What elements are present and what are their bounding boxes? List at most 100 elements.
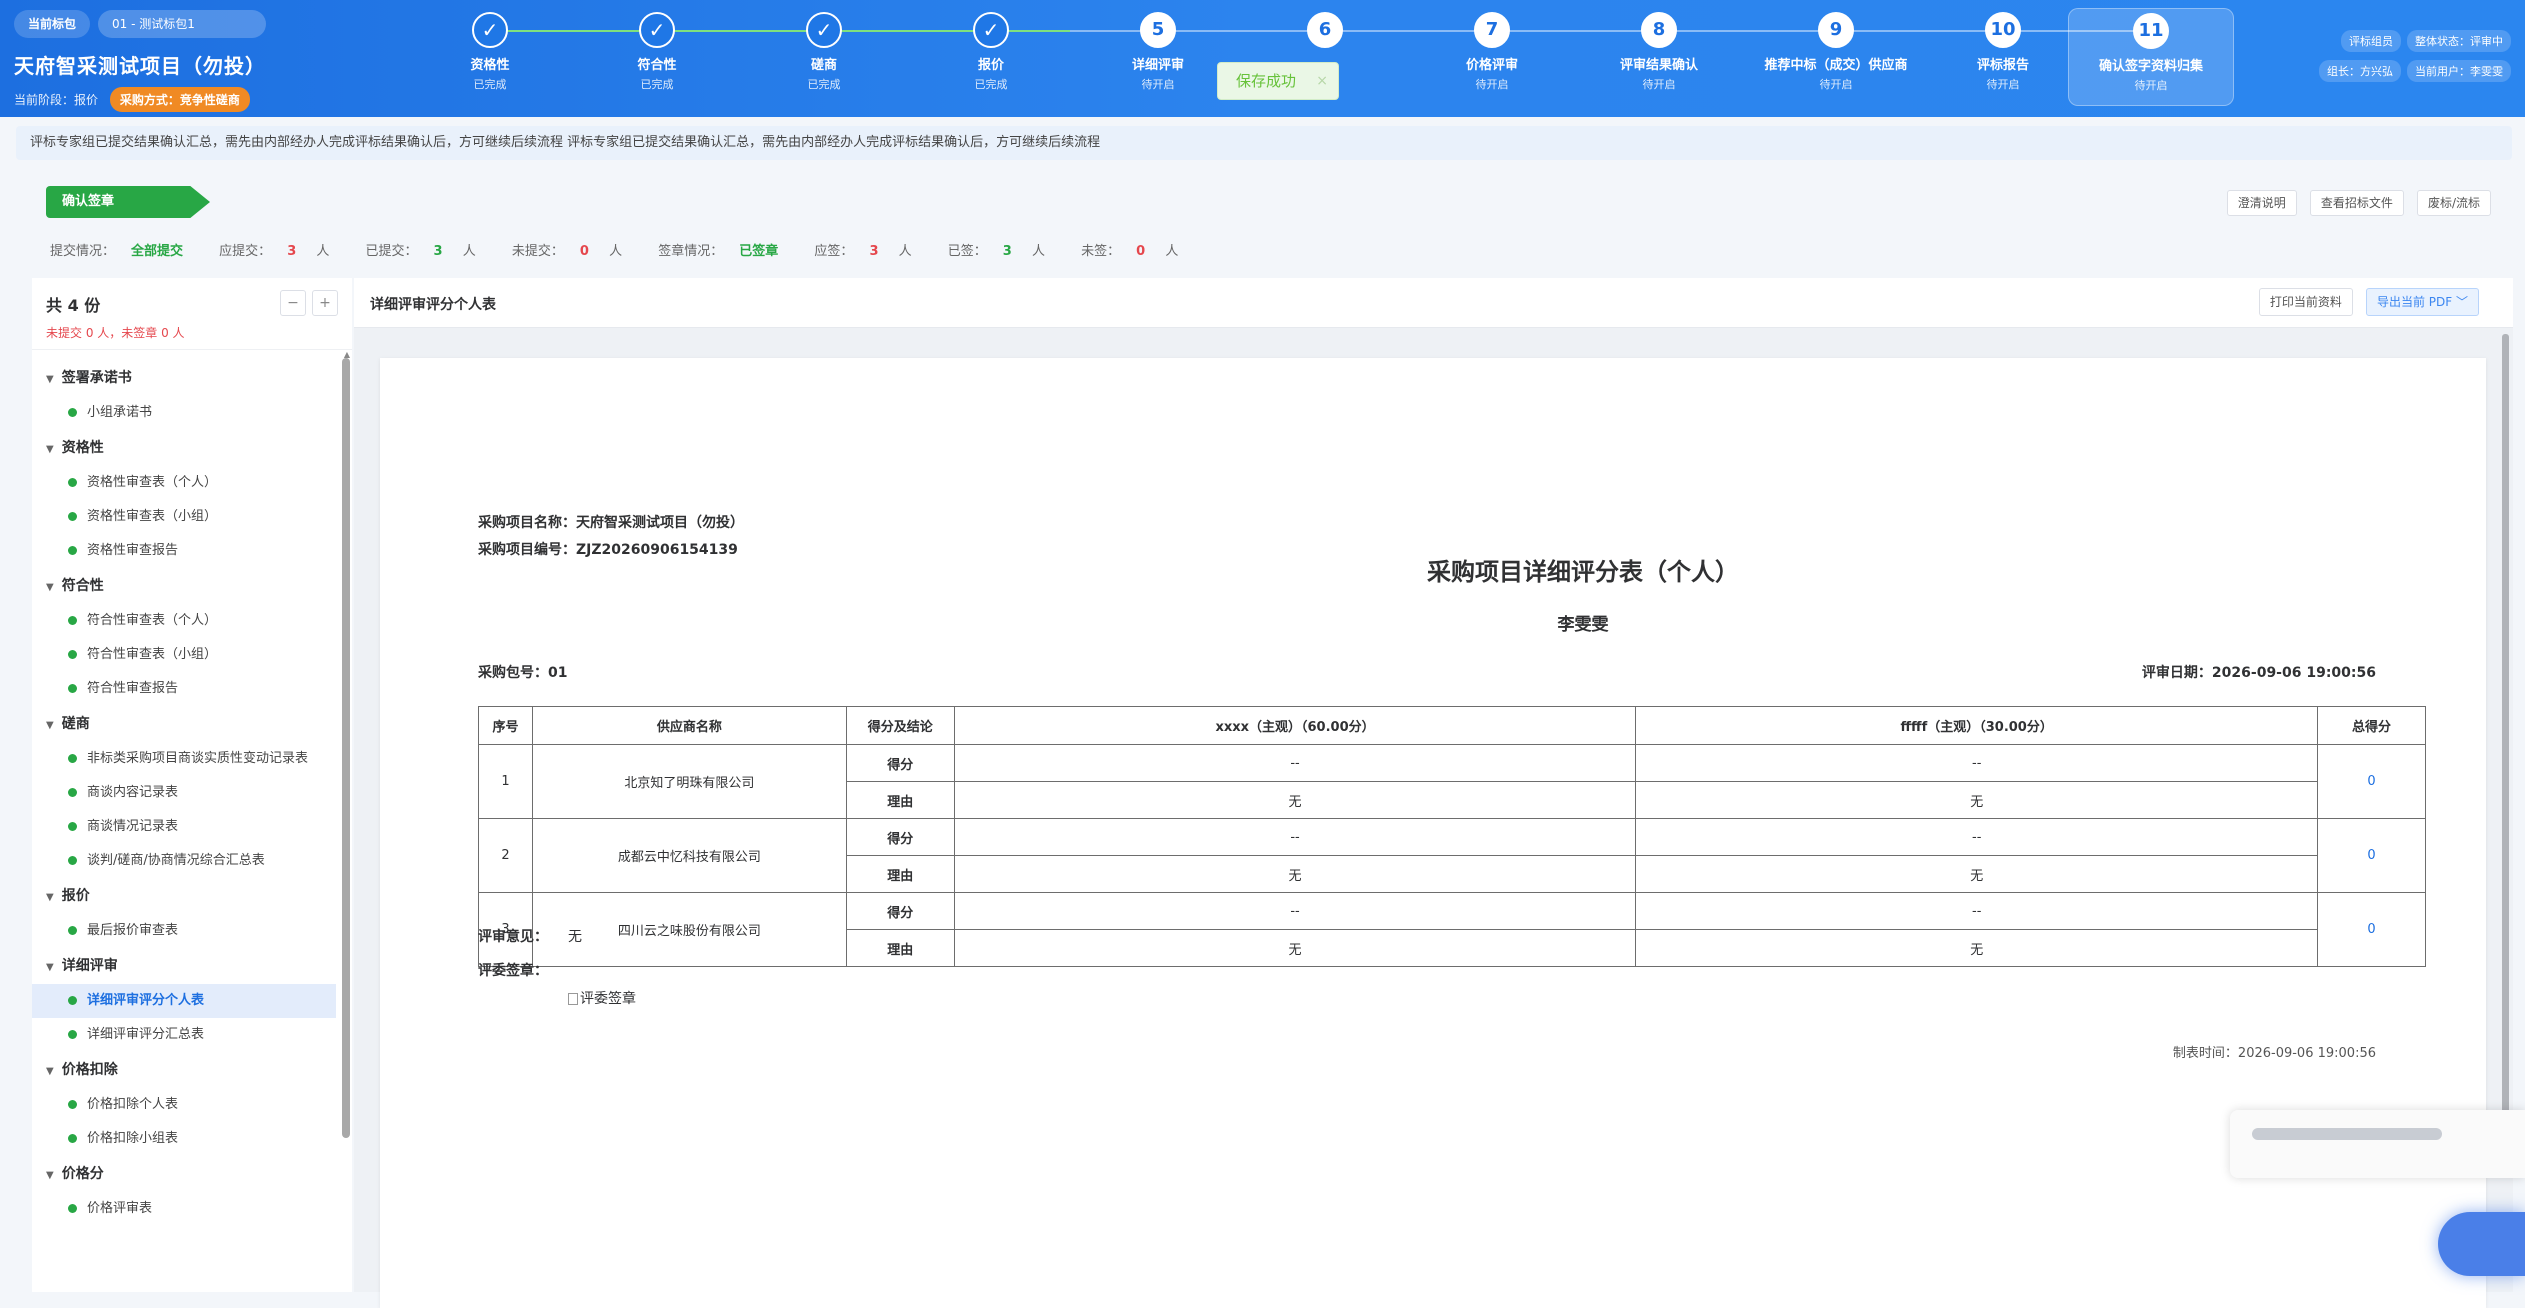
check-icon: ✓: [973, 12, 1009, 48]
project-info-block: 当前标包 01 - 测试标包1 天府智采测试项目（勿投） 当前阶段：报价 采购方式…: [14, 10, 454, 112]
status-dot-icon: [68, 1204, 77, 1213]
user-info-block: 评标组员 整体状态：评审中 组长：方兴弘 当前用户：李雯雯: [2311, 30, 2511, 90]
sidebar-group[interactable]: ▼ 价格扣除: [32, 1052, 352, 1088]
sidebar-group[interactable]: ▼ 详细评审: [32, 948, 352, 984]
project-title: 天府智采测试项目（勿投）: [14, 54, 266, 78]
sidebar-item[interactable]: 价格扣除个人表: [32, 1088, 352, 1122]
main-content: 详细评审评分个人表 打印当前资料 导出当前 PDF ﹀ 采购项目名称：天府智采测…: [354, 278, 2513, 1308]
status-dot-icon: [68, 546, 77, 555]
sidebar-item[interactable]: 详细评审评分个人表: [32, 984, 336, 1018]
preview-scrollbar[interactable]: [2502, 334, 2509, 1134]
sidebar-item[interactable]: 资格性审查报告: [32, 534, 352, 568]
export-pdf-button[interactable]: 导出当前 PDF ﹀: [2365, 288, 2479, 316]
print-button[interactable]: 打印当前资料: [2258, 288, 2353, 316]
status-dot-icon: [68, 754, 77, 763]
chevron-down-icon: ▼: [46, 1066, 54, 1077]
step-3[interactable]: ✓ 磋商 已完成: [744, 12, 904, 92]
sidebar-group[interactable]: ▼ 签署承诺书: [32, 360, 352, 396]
current-user-tag: 当前用户：李雯雯: [2407, 60, 2511, 82]
close-icon[interactable]: ×: [1316, 63, 1328, 99]
sidebar-group[interactable]: ▼ 符合性: [32, 568, 352, 604]
role-tag: 评标组员: [2341, 30, 2401, 52]
sidebar-group[interactable]: ▼ 价格分: [32, 1156, 352, 1192]
status-dot-icon: [68, 684, 77, 693]
sidebar-item[interactable]: 详细评审评分汇总表: [32, 1018, 352, 1052]
sidebar-item[interactable]: 商谈情况记录表: [32, 810, 352, 844]
sidebar-item[interactable]: 价格评审表: [32, 1192, 352, 1226]
sidebar-group[interactable]: ▼ 资格性: [32, 430, 352, 466]
assistant-button[interactable]: [2438, 1212, 2525, 1276]
confirm-signature-tag: 确认签章: [46, 186, 210, 218]
check-icon: ✓: [472, 12, 508, 48]
check-icon: ✓: [806, 12, 842, 48]
sidebar-tree: ▼ 签署承诺书 小组承诺书 ▼ 资格性 资格性审查表（个人） 资格性审查表（小组） 资格性审查…: [32, 350, 352, 1226]
top-header: 当前标包 01 - 测试标包1 天府智采测试项目（勿投） 当前阶段：报价 采购方式…: [0, 0, 2525, 117]
collapse-all-button[interactable]: −: [280, 290, 306, 316]
step-4[interactable]: ✓ 报价 已完成: [911, 12, 1071, 92]
total-score: 0: [2317, 818, 2426, 893]
step-5[interactable]: 5 详细评审 待开启: [1078, 12, 1238, 92]
status-dot-icon: [68, 822, 77, 831]
step-2[interactable]: ✓ 符合性 已完成: [577, 12, 737, 92]
sidebar-item[interactable]: 价格扣除小组表: [32, 1122, 352, 1156]
sidebar-item[interactable]: 非标类采购项目商谈实质性变动记录表: [32, 742, 352, 776]
save-success-toast: 保存成功 ×: [1217, 62, 1339, 100]
leader-tag: 组长：方兴弘: [2319, 60, 2401, 82]
step-9[interactable]: 9 推荐中标（成交）供应商 待开启: [1746, 12, 1926, 92]
status-dot-icon: [68, 1100, 77, 1109]
sidebar-item[interactable]: 小组承诺书: [32, 396, 352, 430]
notice-bar: 评标专家组已提交结果确认汇总，需先由内部经办人完成评标结果确认后，方可继续后续流…: [16, 126, 2512, 160]
sidebar-item[interactable]: 资格性审查表（个人）: [32, 466, 352, 500]
chevron-down-icon: ▼: [46, 720, 54, 731]
status-dot-icon: [68, 478, 77, 487]
check-icon: ✓: [639, 12, 675, 48]
status-dot-icon: [68, 788, 77, 797]
signature-label: 评委签章：: [478, 963, 548, 979]
sidebar-item[interactable]: 符合性审查表（小组）: [32, 638, 352, 672]
sidebar-group[interactable]: ▼ 报价: [32, 878, 352, 914]
clarification-button[interactable]: 澄清说明: [2226, 190, 2297, 216]
floating-assistant-panel[interactable]: [2230, 1110, 2525, 1178]
doc-main-title: 采购项目详细评分表（个人）: [1427, 558, 1739, 586]
current-stage: 当前阶段：报价: [14, 93, 99, 107]
sidebar-item[interactable]: 符合性审查报告: [32, 672, 352, 706]
sidebar-group[interactable]: ▼ 磋商: [32, 706, 352, 742]
step-7[interactable]: 7 价格评审 待开启: [1412, 12, 1572, 92]
step-6[interactable]: 6: [1245, 12, 1405, 54]
status-dot-icon: [68, 996, 77, 1005]
table-row: 3 四川云之味股份有限公司 得分 -- -- 0: [478, 892, 2426, 967]
status-dot-icon: [68, 856, 77, 865]
table-row: 2 成都云中忆科技有限公司 得分 -- -- 0: [478, 818, 2426, 893]
status-dot-icon: [68, 1134, 77, 1143]
status-dot-icon: [68, 616, 77, 625]
sidebar-item[interactable]: 符合性审查表（个人）: [32, 604, 352, 638]
status-dot-icon: [68, 650, 77, 659]
expand-all-button[interactable]: +: [312, 290, 338, 316]
step-1[interactable]: ✓ 资格性 已完成: [410, 12, 570, 92]
abandon-bid-button[interactable]: 废标/流标: [2416, 190, 2491, 216]
view-tender-file-button[interactable]: 查看招标文件: [2309, 190, 2404, 216]
document-title: 详细评审评分个人表: [370, 297, 496, 313]
sidebar-scrollbar[interactable]: [342, 358, 350, 1138]
overall-status-tag: 整体状态：评审中: [2407, 30, 2511, 52]
sidebar-item[interactable]: 谈判/磋商/协商情况综合汇总表: [32, 844, 352, 878]
evaluator-name: 李雯雯: [1557, 615, 1609, 635]
status-dot-icon: [68, 512, 77, 521]
step-10[interactable]: 10 评标报告 待开启: [1923, 12, 2083, 92]
table-header-row: 序号 供应商名称 得分及结论 xxxx（主观）（60.00分） fffff（主观…: [478, 706, 2426, 745]
sidebar-item[interactable]: 商谈内容记录表: [32, 776, 352, 810]
status-dot-icon: [68, 1030, 77, 1039]
sidebar-item[interactable]: 资格性审查表（小组）: [32, 500, 352, 534]
made-time: 制表时间：2026-09-06 19:00:56: [2172, 1046, 2376, 1061]
sidebar-item[interactable]: 最后报价审查表: [32, 914, 352, 948]
step-11[interactable]: 11 确认签字资料归集 待开启: [2068, 8, 2234, 106]
chevron-down-icon: ▼: [46, 1170, 54, 1181]
package-selector[interactable]: 01 - 测试标包1: [98, 10, 267, 38]
document-sidebar: 共 4 份 未提交 0 人，未签章 0 人 − + ▼ 签署承诺书 小组承诺书 ▼ 资格性…: [32, 278, 352, 1292]
procurement-method-badge: 采购方式：竞争性磋商: [109, 87, 250, 112]
status-dot-icon: [68, 926, 77, 935]
chevron-down-icon: ▼: [46, 374, 54, 385]
step-8[interactable]: 8 评审结果确认 待开启: [1579, 12, 1739, 92]
evaluation-opinion: 评审意见：无: [478, 929, 582, 945]
total-score: 0: [2317, 744, 2426, 819]
